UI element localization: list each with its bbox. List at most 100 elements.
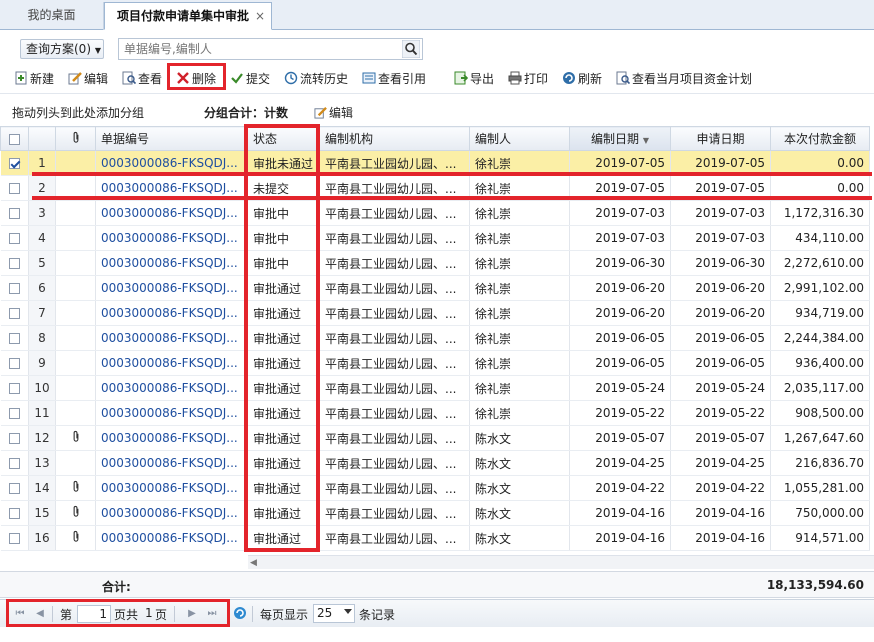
- row-checkbox-cell[interactable]: [0, 325, 29, 351]
- horizontal-scrollbar[interactable]: ◀: [248, 555, 874, 569]
- row-checkbox[interactable]: [8, 233, 20, 244]
- table-row[interactable]: 11 0003000086-FKSQDJ... 审批通过 平南县工业园幼儿园、... 徐…: [0, 400, 870, 426]
- column-header-apply-date[interactable]: 申请日期: [670, 126, 771, 151]
- document-code-link[interactable]: 0003000086-FKSQDJ...: [95, 425, 248, 451]
- table-row[interactable]: 8 0003000086-FKSQDJ... 审批通过 平南县工业园幼儿园、... 徐礼…: [0, 325, 870, 351]
- refresh-button[interactable]: 刷新: [562, 70, 602, 90]
- document-code-link[interactable]: 0003000086-FKSQDJ...: [95, 475, 248, 501]
- row-checkbox-cell[interactable]: [0, 150, 29, 176]
- select-all-checkbox[interactable]: [9, 133, 20, 145]
- row-checkbox[interactable]: [8, 158, 20, 169]
- attachment-cell[interactable]: [55, 500, 96, 526]
- document-code-link[interactable]: 0003000086-FKSQDJ...: [95, 150, 248, 176]
- row-checkbox-cell[interactable]: [0, 375, 29, 401]
- new-button[interactable]: 新建: [14, 70, 54, 90]
- tab-desktop[interactable]: 我的桌面: [0, 2, 104, 30]
- row-checkbox[interactable]: [8, 508, 20, 519]
- history-button[interactable]: 流转历史: [284, 70, 348, 90]
- row-checkbox[interactable]: [8, 333, 20, 344]
- document-code-link[interactable]: 0003000086-FKSQDJ...: [95, 500, 248, 526]
- view-reference-button[interactable]: 查看引用: [362, 70, 426, 90]
- page-size-select[interactable]: 25: [313, 604, 355, 623]
- table-row[interactable]: 10 0003000086-FKSQDJ... 审批通过 平南县工业园幼儿园、... 徐…: [0, 375, 870, 401]
- document-code-link[interactable]: 0003000086-FKSQDJ...: [95, 325, 248, 351]
- row-checkbox-cell[interactable]: [0, 425, 29, 451]
- page-number-input[interactable]: 1: [77, 605, 111, 623]
- table-row[interactable]: 16 0003000086-FKSQDJ... 审批通过 平南县工业园幼儿园、... 陈…: [0, 525, 870, 551]
- row-checkbox-cell[interactable]: [0, 525, 29, 551]
- document-code-link[interactable]: 0003000086-FKSQDJ...: [95, 275, 248, 301]
- row-checkbox-cell[interactable]: [0, 250, 29, 276]
- prev-page-button[interactable]: ◀: [34, 608, 46, 620]
- table-row[interactable]: 13 0003000086-FKSQDJ... 审批通过 平南县工业园幼儿园、... 陈…: [0, 450, 870, 476]
- row-checkbox[interactable]: [8, 283, 20, 294]
- table-row[interactable]: 6 0003000086-FKSQDJ... 审批通过 平南县工业园幼儿园、... 徐礼…: [0, 275, 870, 301]
- row-checkbox-cell[interactable]: [0, 400, 29, 426]
- table-row[interactable]: 3 0003000086-FKSQDJ... 审批中 平南县工业园幼儿园、... 徐礼崇…: [0, 200, 870, 226]
- row-checkbox[interactable]: [8, 183, 20, 194]
- table-row[interactable]: 5 0003000086-FKSQDJ... 审批中 平南县工业园幼儿园、... 徐礼崇…: [0, 250, 870, 276]
- table-row[interactable]: 12 0003000086-FKSQDJ... 审批通过 平南县工业园幼儿园、... 陈…: [0, 425, 870, 451]
- attachment-header[interactable]: [55, 126, 96, 151]
- paperclip-icon[interactable]: [72, 480, 80, 493]
- table-row[interactable]: 4 0003000086-FKSQDJ... 审批中 平南县工业园幼儿园、... 徐礼崇…: [0, 225, 870, 251]
- document-code-link[interactable]: 0003000086-FKSQDJ...: [95, 175, 248, 201]
- table-row[interactable]: 15 0003000086-FKSQDJ... 审批通过 平南县工业园幼儿园、... 陈…: [0, 500, 870, 526]
- paperclip-icon[interactable]: [72, 505, 80, 518]
- row-checkbox[interactable]: [8, 383, 20, 394]
- attachment-cell[interactable]: [55, 525, 96, 551]
- row-checkbox-cell[interactable]: [0, 500, 29, 526]
- row-checkbox[interactable]: [8, 258, 20, 269]
- row-checkbox-cell[interactable]: [0, 450, 29, 476]
- close-icon[interactable]: ×: [255, 3, 265, 30]
- row-checkbox[interactable]: [8, 208, 20, 219]
- column-header-org[interactable]: 编制机构: [319, 126, 470, 151]
- document-code-link[interactable]: 0003000086-FKSQDJ...: [95, 250, 248, 276]
- tab-payment-approval[interactable]: 项目付款申请单集中审批 ×: [104, 2, 272, 30]
- document-code-link[interactable]: 0003000086-FKSQDJ...: [95, 300, 248, 326]
- row-checkbox[interactable]: [8, 358, 20, 369]
- query-scheme-dropdown[interactable]: 查询方案(0) ▼: [20, 39, 104, 59]
- document-code-link[interactable]: 0003000086-FKSQDJ...: [95, 225, 248, 251]
- attachment-cell[interactable]: [55, 425, 96, 451]
- column-header-code[interactable]: 单据编号: [95, 126, 248, 151]
- row-checkbox[interactable]: [8, 308, 20, 319]
- refresh-icon[interactable]: [233, 606, 247, 620]
- row-checkbox[interactable]: [8, 458, 20, 469]
- row-checkbox-cell[interactable]: [0, 225, 29, 251]
- edit-button[interactable]: 编辑: [68, 70, 108, 90]
- group-edit-button[interactable]: 编辑: [314, 104, 353, 121]
- column-header-made-date[interactable]: 编制日期 ▼: [569, 126, 671, 151]
- row-checkbox-cell[interactable]: [0, 300, 29, 326]
- document-code-link[interactable]: 0003000086-FKSQDJ...: [95, 525, 248, 551]
- table-row[interactable]: 9 0003000086-FKSQDJ... 审批通过 平南县工业园幼儿园、... 徐礼…: [0, 350, 870, 376]
- first-page-button[interactable]: ⏮: [14, 608, 26, 620]
- document-code-link[interactable]: 0003000086-FKSQDJ...: [95, 200, 248, 226]
- document-code-link[interactable]: 0003000086-FKSQDJ...: [95, 400, 248, 426]
- attachment-cell[interactable]: [55, 475, 96, 501]
- row-checkbox[interactable]: [8, 433, 20, 444]
- column-header-status[interactable]: 状态: [247, 126, 320, 151]
- table-row[interactable]: 2 0003000086-FKSQDJ... 未提交 平南县工业园幼儿园、... 徐礼崇…: [0, 175, 870, 201]
- paperclip-icon[interactable]: [72, 530, 80, 543]
- print-button[interactable]: 打印: [508, 70, 548, 90]
- row-checkbox-cell[interactable]: [0, 275, 29, 301]
- search-icon[interactable]: [402, 40, 420, 58]
- column-header-amount[interactable]: 本次付款金额: [770, 126, 870, 151]
- document-code-link[interactable]: 0003000086-FKSQDJ...: [95, 350, 248, 376]
- monthly-plan-button[interactable]: 查看当月项目资金计划: [616, 70, 752, 90]
- submit-button[interactable]: 提交: [230, 70, 270, 90]
- row-checkbox[interactable]: [8, 483, 20, 494]
- document-code-link[interactable]: 0003000086-FKSQDJ...: [95, 450, 248, 476]
- scroll-left-icon[interactable]: ◀: [250, 558, 257, 568]
- row-checkbox-cell[interactable]: [0, 350, 29, 376]
- row-checkbox[interactable]: [8, 533, 20, 544]
- search-input[interactable]: [119, 39, 399, 59]
- table-row[interactable]: 1 0003000086-FKSQDJ... 审批未通过 平南县工业园幼儿园、... 徐…: [0, 150, 870, 176]
- row-checkbox[interactable]: [8, 408, 20, 419]
- document-code-link[interactable]: 0003000086-FKSQDJ...: [95, 375, 248, 401]
- view-button[interactable]: 查看: [122, 70, 162, 90]
- column-header-author[interactable]: 编制人: [469, 126, 570, 151]
- last-page-button[interactable]: ⏭: [206, 608, 218, 620]
- row-checkbox-cell[interactable]: [0, 475, 29, 501]
